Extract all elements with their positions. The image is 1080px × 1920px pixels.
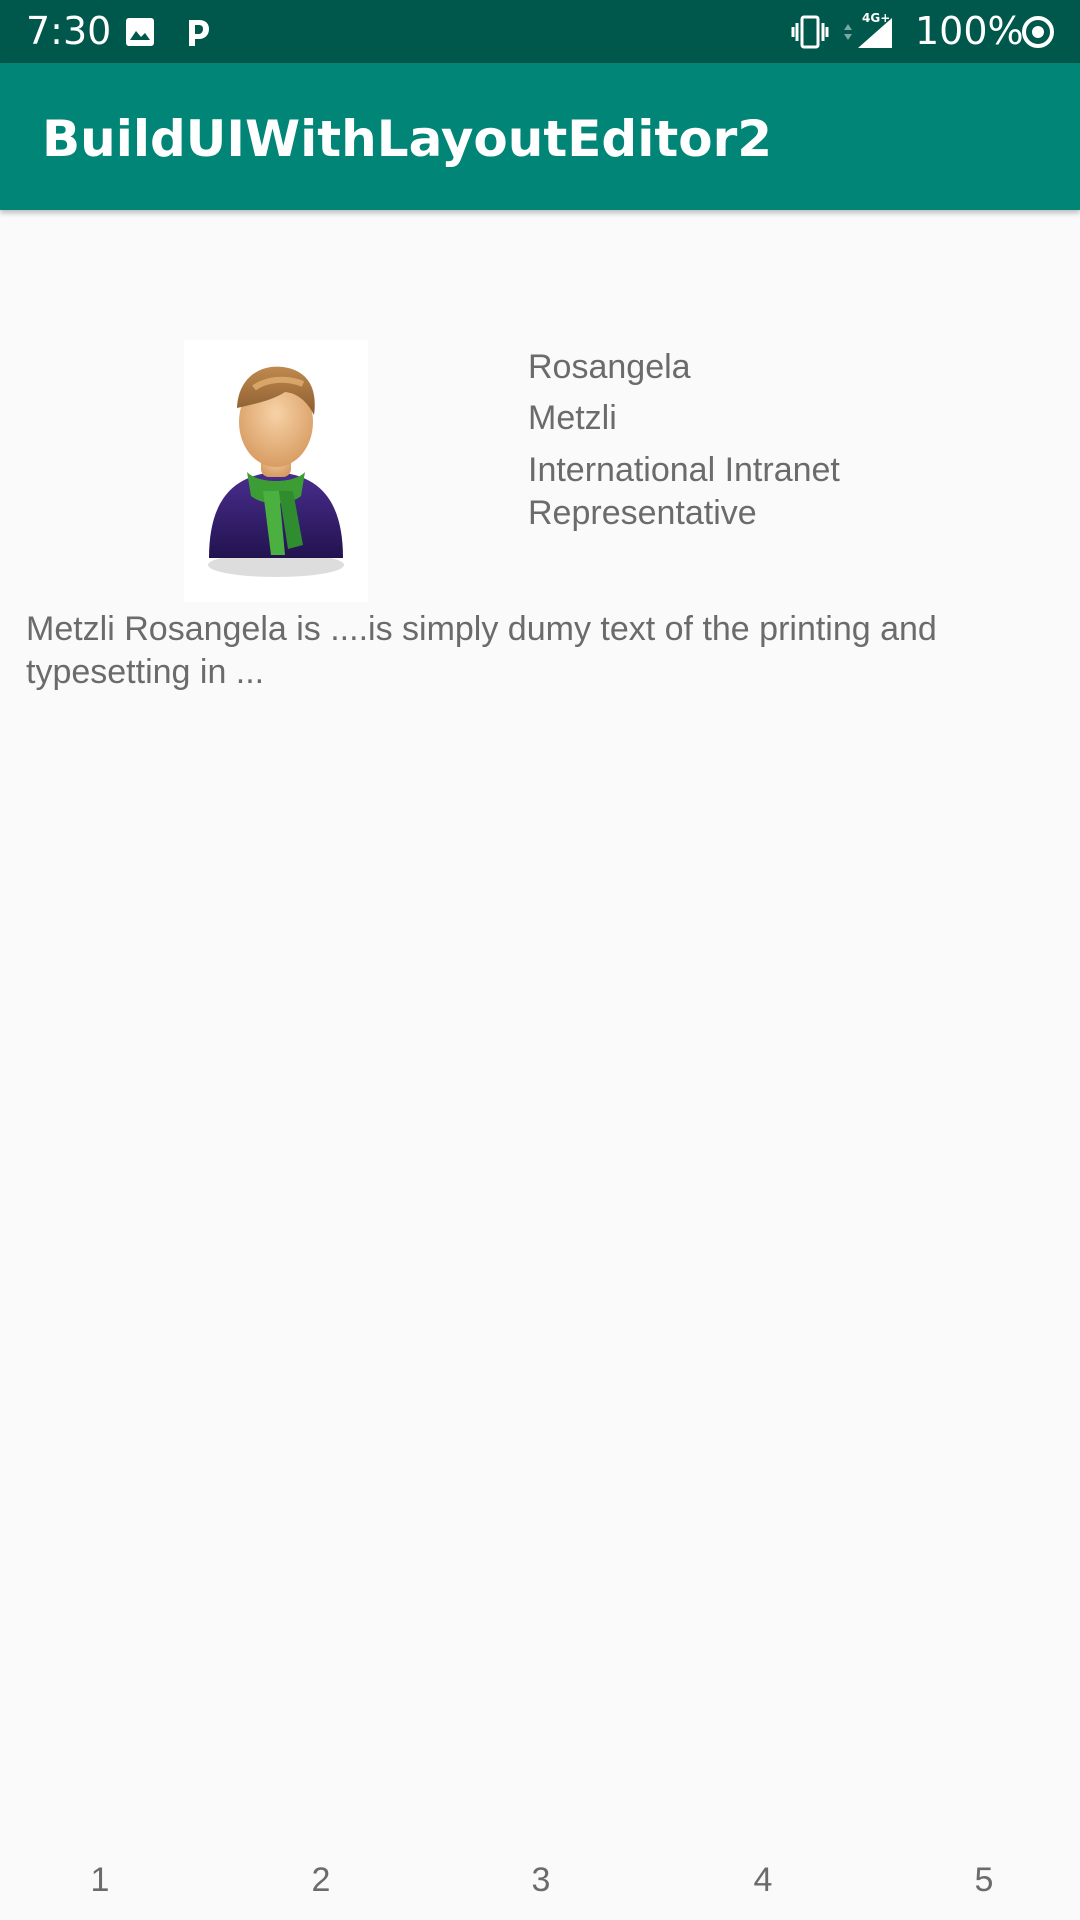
status-time: 7:30 [26,9,112,53]
first-name: Rosangela [528,348,691,386]
parking-icon [184,0,212,63]
tab-2[interactable]: 2 [291,1855,351,1905]
app-title: BuildUIWithLayoutEditor2 [42,110,773,168]
signal-icon: 4G+ [840,0,896,63]
tab-4[interactable]: 4 [733,1855,793,1905]
sync-icon [1020,0,1056,63]
job-title: International Intranet Representative [528,451,840,532]
vibrate-icon [790,0,830,63]
battery-percent: 100% [915,9,1024,53]
bottom-tabs: 1 2 3 4 5 [0,1855,1080,1905]
tab-5[interactable]: 5 [954,1855,1014,1905]
person-avatar [184,340,368,602]
last-name: Metzli [528,399,617,437]
tab-3[interactable]: 3 [511,1855,571,1905]
tab-1[interactable]: 1 [70,1855,130,1905]
app-bar: BuildUIWithLayoutEditor2 [0,63,1080,210]
status-bar: 7:30 4G+ 100% [0,0,1080,63]
image-icon [124,0,156,63]
network-type: 4G+ [862,12,890,25]
profile-description: Metzli Rosangela is ....is simply dumy t… [26,610,937,691]
